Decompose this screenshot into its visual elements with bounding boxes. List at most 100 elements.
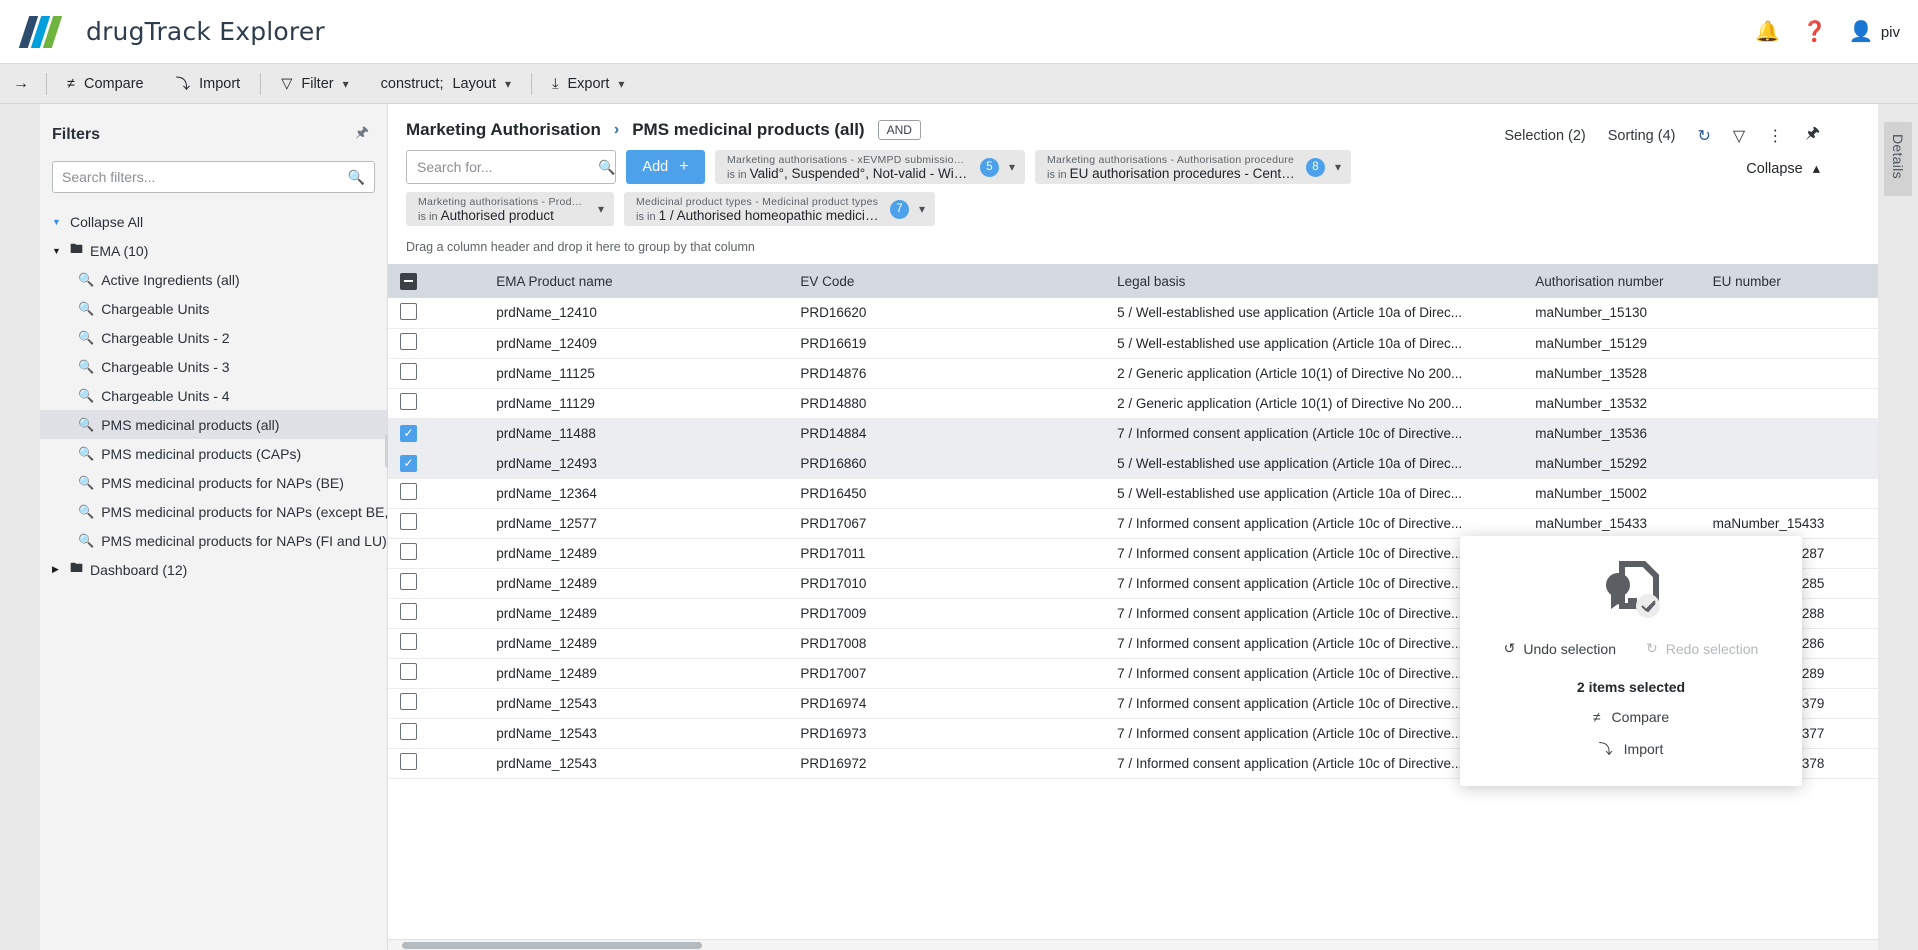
collapse-filters-toggle[interactable]: Collapse ▴ <box>1746 161 1820 177</box>
row-select-cell[interactable] <box>388 628 444 659</box>
refresh-icon[interactable]: ↻ <box>1697 126 1710 146</box>
chevron-down-icon[interactable]: ▾ <box>598 202 604 216</box>
row-checkbox[interactable] <box>400 333 417 350</box>
column-header-legal-basis[interactable]: Legal basis <box>1105 264 1524 298</box>
sidebar-item-pms-naps-be[interactable]: 🔍 PMS medicinal products for NAPs (BE) <box>40 468 387 497</box>
row-checkbox[interactable] <box>400 393 417 410</box>
filters-search[interactable]: 🔍 <box>52 161 375 193</box>
operator-and-chip[interactable]: AND <box>877 120 921 140</box>
bell-icon[interactable]: 🔔 <box>1755 22 1780 42</box>
table-row[interactable]: prdName_11125 PRD14876 2 / Generic applica… <box>388 358 1878 389</box>
row-checkbox[interactable] <box>400 633 417 650</box>
filter-chip-medicinal-product-types[interactable]: Medicinal product types - Medicinal prod… <box>624 192 935 226</box>
row-checkbox[interactable] <box>400 302 417 320</box>
table-row[interactable]: ✓ prdName_12493 PRD16860 5 / Well-establish… <box>388 448 1878 479</box>
row-select-cell[interactable] <box>388 328 444 359</box>
table-row[interactable]: prdName_12364 PRD16450 5 / Well-establishe… <box>388 478 1878 509</box>
row-checkbox[interactable] <box>400 723 417 740</box>
row-select-cell[interactable] <box>388 478 444 509</box>
row-select-cell[interactable] <box>388 688 444 719</box>
chevron-down-icon[interactable]: ▾ <box>1009 160 1015 174</box>
row-select-cell[interactable] <box>388 748 444 779</box>
filter-chip-product-type[interactable]: Marketing authorisations - Product type … <box>406 192 614 226</box>
column-header-eu-number[interactable]: EU number <box>1700 264 1878 298</box>
row-select-cell[interactable] <box>388 658 444 689</box>
column-header-authorisation-number[interactable]: Authorisation number <box>1523 264 1701 298</box>
row-select-cell[interactable] <box>388 538 444 569</box>
row-checkbox[interactable]: ✓ <box>400 454 417 472</box>
row-select-cell[interactable] <box>388 718 444 749</box>
horizontal-scrollbar[interactable] <box>388 939 1878 950</box>
row-select-cell[interactable] <box>388 508 444 539</box>
filter-chip-authorisation-procedure[interactable]: Marketing authorisations - Authorisation… <box>1035 150 1351 184</box>
chevron-down-icon[interactable]: ▾ <box>919 202 925 216</box>
row-select-cell[interactable] <box>388 358 444 389</box>
more-vertical-icon[interactable]: ⋮ <box>1767 126 1783 146</box>
breadcrumb-current[interactable]: PMS medicinal products (all) <box>632 120 864 140</box>
toolbar-compare-button[interactable]: ≠ Compare <box>51 64 160 104</box>
sidebar-item-pms-medicinal-products-caps[interactable]: 🔍 PMS medicinal products (CAPs) <box>40 439 387 468</box>
filters-group-dashboard[interactable]: ▶ 🖿 Dashboard (12) <box>40 555 387 584</box>
table-row[interactable]: prdName_12409 PRD16619 5 / Well-establishe… <box>388 328 1878 359</box>
toolbar-layout-button[interactable]: construct; Layout ▾ <box>365 64 527 104</box>
column-header-ev-code[interactable]: EV Code <box>788 264 1106 298</box>
row-checkbox[interactable] <box>400 663 417 680</box>
sidebar-item-pms-naps-fi-lu[interactable]: 🔍 PMS medicinal products for NAPs (FI an… <box>40 526 387 555</box>
brand[interactable]: drugTrack Explorer <box>18 15 325 48</box>
table-row[interactable]: prdName_12410 PRD16620 5 / Well-establishe… <box>388 298 1878 329</box>
help-icon[interactable]: ❓ <box>1802 22 1827 42</box>
add-filter-button[interactable]: Add + <box>626 150 705 184</box>
horizontal-scrollbar-thumb[interactable] <box>402 942 702 949</box>
row-select-cell[interactable] <box>388 568 444 599</box>
row-checkbox[interactable]: ✓ <box>400 424 417 442</box>
sorting-summary[interactable]: Sorting (4) <box>1608 128 1676 144</box>
row-checkbox[interactable] <box>400 513 417 530</box>
toolbar-import-button[interactable]: ⤵ Import <box>160 64 257 104</box>
filter-chip-submission-status[interactable]: Marketing authorisations - xEVMPD submis… <box>715 150 1025 184</box>
group-by-dropzone[interactable]: Drag a column header and drop it here to… <box>388 226 1878 264</box>
row-checkbox[interactable] <box>400 483 417 500</box>
row-select-cell[interactable] <box>388 388 444 419</box>
table-row[interactable]: ✓ prdName_11488 PRD14884 7 / Informed conse… <box>388 418 1878 449</box>
table-row[interactable]: prdName_11129 PRD14880 2 / Generic applica… <box>388 388 1878 419</box>
row-checkbox[interactable] <box>400 363 417 380</box>
row-checkbox[interactable] <box>400 543 417 560</box>
row-checkbox[interactable] <box>400 603 417 620</box>
details-panel-tab[interactable]: Details <box>1884 122 1912 196</box>
sidebar-item-active-ingredients[interactable]: 🔍 Active Ingredients (all) <box>40 265 387 294</box>
row-select-cell[interactable] <box>388 598 444 629</box>
column-header-ema-product-name[interactable]: EMA Product name <box>484 264 789 298</box>
row-checkbox[interactable] <box>400 573 417 590</box>
sidebar-item-chargeable-units-3[interactable]: 🔍 Chargeable Units - 3 <box>40 352 387 381</box>
toolbar-filter-button[interactable]: ▽ Filter ▾ <box>265 64 364 104</box>
table-row[interactable]: prdName_12577 PRD17067 7 / Informed consen… <box>388 508 1878 539</box>
sidebar-item-chargeable-units[interactable]: 🔍 Chargeable Units <box>40 294 387 323</box>
selection-summary[interactable]: Selection (2) <box>1504 128 1585 144</box>
pin-icon[interactable]: 🖈 <box>1805 122 1820 149</box>
search-input[interactable] <box>417 159 598 175</box>
row-checkbox[interactable] <box>400 753 417 770</box>
row-checkbox[interactable] <box>400 693 417 710</box>
undo-selection-button[interactable]: ↺ Undo selection <box>1504 640 1616 657</box>
select-all-checkbox[interactable] <box>400 272 417 290</box>
row-select-cell[interactable] <box>388 298 444 329</box>
search-input-wrapper[interactable]: 🔍 <box>406 150 616 184</box>
sidebar-item-pms-naps-except[interactable]: 🔍 PMS medicinal products for NAPs (excep… <box>40 497 458 526</box>
row-select-cell[interactable]: ✓ <box>388 448 444 479</box>
sidebar-item-pms-medicinal-products-all[interactable]: 🔍 PMS medicinal products (all) <box>40 410 387 439</box>
popup-import-button[interactable]: ⤵ Import <box>1599 739 1664 759</box>
popup-compare-button[interactable]: ≠ Compare <box>1593 709 1669 725</box>
sidebar-item-chargeable-units-4[interactable]: 🔍 Chargeable Units - 4 <box>40 381 387 410</box>
toolbar-export-button[interactable]: ⤓ Export ▾ <box>536 64 640 104</box>
user-menu[interactable]: 👤 piv <box>1849 22 1900 42</box>
sidebar-item-chargeable-units-2[interactable]: 🔍 Chargeable Units - 2 <box>40 323 387 352</box>
row-select-cell[interactable]: ✓ <box>388 418 444 449</box>
pin-icon[interactable]: 🖈 <box>355 122 369 147</box>
chevron-down-icon[interactable]: ▾ <box>1335 160 1341 174</box>
collapse-all-row[interactable]: ▼ Collapse All <box>40 207 387 236</box>
expand-sidebar-button[interactable]: → <box>0 75 42 93</box>
breadcrumb-root[interactable]: Marketing Authorisation <box>406 120 601 140</box>
filter-funnel-icon[interactable]: ▽ <box>1733 126 1745 146</box>
search-filters-input[interactable] <box>62 169 348 185</box>
filters-group-ema[interactable]: ▼ 🖿 EMA (10) <box>40 236 387 265</box>
